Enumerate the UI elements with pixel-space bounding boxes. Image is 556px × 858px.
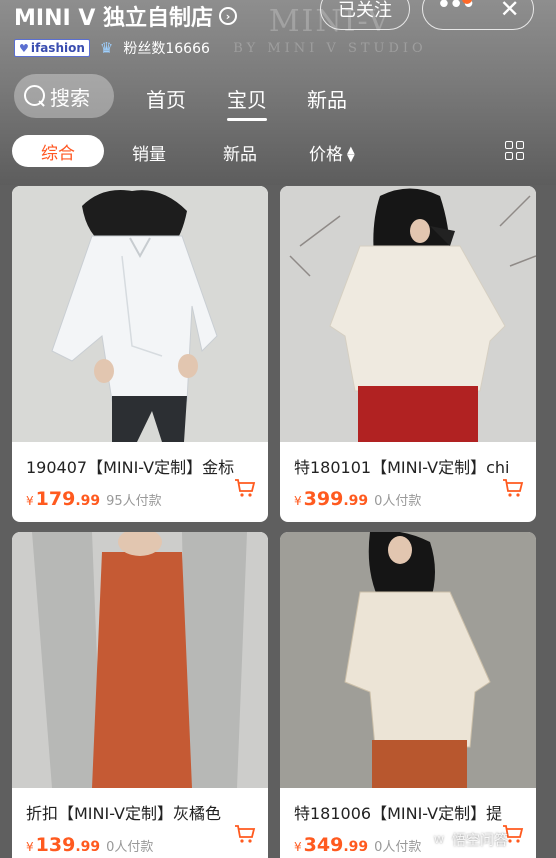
- product-title: 特180101【MINI-V定制】chi: [294, 458, 510, 477]
- product-title: 190407【MINI-V定制】金标: [26, 458, 235, 477]
- tab-new[interactable]: 新品: [307, 84, 347, 113]
- product-image[interactable]: [12, 532, 268, 788]
- footer-watermark-text: 悟空问答: [452, 833, 508, 849]
- product-card[interactable]: 特181006【MINI-V定制】提 ¥349.99 0人付款: [280, 532, 536, 858]
- cart-icon[interactable]: [234, 478, 256, 498]
- price-row: ¥139.99 0人付款: [26, 834, 254, 856]
- ifashion-badge: ♥ ifashion: [14, 39, 90, 57]
- action-pill: ••• ✕: [422, 0, 534, 30]
- shop-name: MINI V 独立自制店: [14, 6, 214, 31]
- price-row: ¥399.99 0人付款: [294, 488, 522, 510]
- ifashion-label: ifashion: [30, 41, 85, 55]
- product-image[interactable]: [12, 186, 268, 442]
- watermark-subtitle: BY MINI V STUDIO: [233, 41, 427, 56]
- crown-icon: ♛: [99, 39, 114, 57]
- grid-view-icon[interactable]: [505, 141, 525, 161]
- tab-home[interactable]: 首页: [146, 84, 186, 113]
- product-photo-embroidered-jacket: [280, 532, 536, 788]
- footer-watermark: W 悟空问答: [430, 830, 508, 850]
- product-photo-white-shirt: [12, 186, 268, 442]
- product-image[interactable]: [280, 186, 536, 442]
- sort-price[interactable]: 价格 ▲ ▼: [309, 140, 355, 165]
- product-price: ¥399.99: [294, 488, 369, 510]
- sold-count: 0人付款: [374, 840, 422, 855]
- wukong-logo-icon: W: [430, 831, 448, 849]
- sold-count: 0人付款: [374, 494, 422, 509]
- product-price: ¥179.99: [26, 488, 101, 510]
- cart-icon[interactable]: [502, 478, 524, 498]
- chevron-right-icon: ›: [219, 7, 238, 25]
- search-icon: [24, 85, 46, 107]
- product-card[interactable]: 特180101【MINI-V定制】chi ¥399.99 0人付款: [280, 186, 536, 522]
- search-button[interactable]: 搜索: [14, 74, 114, 118]
- product-title: 折扣【MINI-V定制】灰橘色: [26, 804, 221, 823]
- product-price: ¥349.99: [294, 834, 369, 856]
- product-info: 特180101【MINI-V定制】chi ¥399.99 0人付款: [280, 442, 536, 522]
- product-photo-fleece-jacket: [280, 186, 536, 442]
- shop-badges: ♥ ifashion ♛ 粉丝数16666: [14, 38, 210, 58]
- cart-icon[interactable]: [234, 824, 256, 844]
- product-card[interactable]: 折扣【MINI-V定制】灰橘色 ¥139.99 0人付款: [12, 532, 268, 858]
- sort-sales[interactable]: 销量: [132, 140, 166, 165]
- heart-icon: ♥: [19, 41, 29, 55]
- follow-button[interactable]: 已关注: [320, 0, 410, 30]
- product-image[interactable]: [280, 532, 536, 788]
- sort-arrows-icon: ▲ ▼: [347, 145, 355, 164]
- product-card[interactable]: 190407【MINI-V定制】金标 ¥179.99 95人付款: [12, 186, 268, 522]
- sold-count: 0人付款: [106, 840, 154, 855]
- sold-count: 95人付款: [106, 494, 162, 509]
- product-title: 特181006【MINI-V定制】提: [294, 804, 503, 823]
- sort-comprehensive[interactable]: 综合: [12, 135, 104, 167]
- product-photo-gray-cardigan: [12, 532, 268, 788]
- shop-title[interactable]: MINI V 独立自制店 ›: [14, 0, 238, 32]
- sort-new[interactable]: 新品: [223, 140, 257, 165]
- close-icon[interactable]: ✕: [500, 0, 520, 23]
- sort-bar: 综合 销量 新品 价格 ▲ ▼: [0, 130, 556, 174]
- price-row: ¥179.99 95人付款: [26, 488, 254, 510]
- fans-count: 粉丝数16666: [123, 41, 210, 57]
- sort-price-label: 价格: [309, 145, 343, 165]
- shop-nav: 搜索 首页 宝贝 新品: [14, 74, 554, 121]
- search-label: 搜索: [50, 85, 90, 110]
- tab-items[interactable]: 宝贝: [227, 84, 267, 121]
- product-info: 190407【MINI-V定制】金标 ¥179.99 95人付款: [12, 442, 268, 522]
- product-price: ¥139.99: [26, 834, 101, 856]
- product-info: 折扣【MINI-V定制】灰橘色 ¥139.99 0人付款: [12, 788, 268, 858]
